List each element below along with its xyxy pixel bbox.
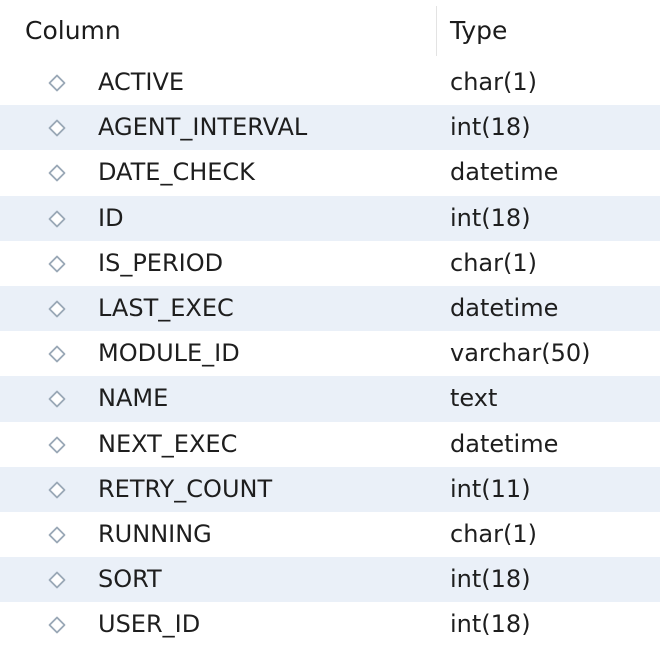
- diamond-icon: [48, 300, 66, 318]
- grid-header: Column Type: [0, 0, 660, 60]
- column-name: DATE_CHECK: [98, 158, 255, 187]
- column-name: NEXT_EXEC: [98, 429, 238, 458]
- column-type: int(18): [450, 203, 531, 232]
- column-name: SORT: [98, 565, 162, 594]
- column-type: datetime: [450, 293, 559, 322]
- column-name: AGENT_INTERVAL: [98, 113, 308, 142]
- diamond-icon: [48, 74, 66, 92]
- column-name: ACTIVE: [98, 68, 185, 96]
- column-name: NAME: [98, 384, 169, 413]
- column-name: IS_PERIOD: [98, 248, 224, 277]
- diamond-icon: [48, 255, 66, 273]
- table-row[interactable]: RUNNING char(1): [0, 512, 660, 557]
- diamond-icon: [48, 571, 66, 589]
- column-name: USER_ID: [98, 610, 201, 639]
- table-row[interactable]: NAME text: [0, 376, 660, 422]
- diamond-icon: [48, 345, 66, 363]
- table-row[interactable]: DATE_CHECK datetime: [0, 150, 660, 195]
- column-name: LAST_EXEC: [98, 293, 234, 322]
- table-row[interactable]: SORT int(18): [0, 557, 660, 603]
- column-name: RETRY_COUNT: [98, 474, 273, 503]
- column-header-type[interactable]: Type: [450, 14, 507, 48]
- table-row[interactable]: AGENT_INTERVAL int(18): [0, 105, 660, 151]
- diamond-icon: [48, 436, 66, 454]
- column-name: RUNNING: [98, 519, 212, 548]
- diamond-icon: [48, 390, 66, 408]
- table-row[interactable]: IS_PERIOD char(1): [0, 241, 660, 286]
- column-grid: Column Type ACTIVE char(1) AGENT_INTERVA…: [0, 0, 660, 653]
- column-name: ID: [98, 203, 124, 232]
- column-type: int(11): [450, 474, 531, 503]
- diamond-icon: [48, 526, 66, 544]
- table-row[interactable]: RETRY_COUNT int(11): [0, 466, 660, 512]
- diamond-icon: [48, 119, 66, 137]
- table-row[interactable]: MODULE_ID varchar(50): [0, 331, 660, 376]
- diamond-icon: [48, 210, 66, 228]
- column-name: MODULE_ID: [98, 339, 240, 368]
- table-row[interactable]: LAST_EXEC datetime: [0, 285, 660, 332]
- diamond-icon: [48, 481, 66, 499]
- column-type: char(1): [450, 248, 537, 277]
- table-row[interactable]: USER_ID int(18): [0, 602, 660, 647]
- diamond-icon: [48, 616, 66, 634]
- column-type: datetime: [450, 158, 559, 187]
- column-type: datetime: [450, 429, 559, 458]
- table-row[interactable]: ACTIVE char(1): [0, 60, 660, 105]
- column-header-name[interactable]: Column: [25, 14, 121, 48]
- column-list: ACTIVE char(1) AGENT_INTERVAL int(18) DA…: [0, 60, 660, 647]
- column-type: int(18): [450, 113, 531, 142]
- diamond-icon: [48, 164, 66, 182]
- table-row[interactable]: ID int(18): [0, 195, 660, 241]
- column-type: varchar(50): [450, 339, 591, 368]
- column-type: int(18): [450, 565, 531, 594]
- column-type: char(1): [450, 519, 537, 548]
- header-separator[interactable]: [436, 6, 437, 56]
- column-type: char(1): [450, 68, 537, 96]
- column-type: text: [450, 384, 498, 413]
- table-row[interactable]: NEXT_EXEC datetime: [0, 422, 660, 467]
- column-type: int(18): [450, 610, 531, 639]
